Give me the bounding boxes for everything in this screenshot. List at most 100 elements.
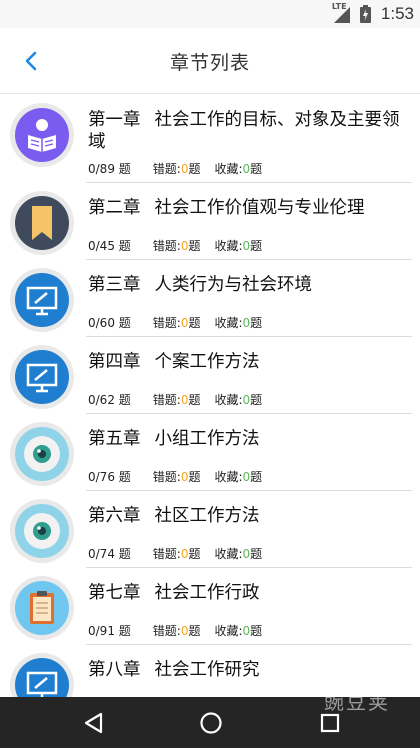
chapter-stats: 0/74 题错题:0题 收藏:0题 [88, 545, 262, 562]
fav-unit: 题 [250, 470, 263, 484]
chapter-number: 第五章 [88, 429, 141, 449]
chapter-item-5[interactable]: 第五章 小组工作方法 0/76 题错题:0题 收藏:0题 [0, 414, 420, 491]
chapter-item-6[interactable]: 第六章 社区工作方法 0/74 题错题:0题 收藏:0题 [0, 491, 420, 568]
fav-unit: 题 [250, 624, 263, 638]
nav-home-button[interactable] [197, 709, 225, 737]
chapter-item-2[interactable]: 第二章 社会工作价值观与专业伦理 0/45 题错题:0题 收藏:0题 [0, 183, 420, 260]
chapter-icon-frame [10, 422, 74, 486]
chapter-title: 第四章 个案工作方法 [88, 351, 410, 373]
chapter-icon-frame [10, 268, 74, 332]
fav-count: 0 [242, 239, 251, 253]
fav-unit: 题 [250, 239, 263, 253]
chapter-item-3[interactable]: 第三章 人类行为与社会环境 0/60 题错题:0题 收藏:0题 [0, 260, 420, 337]
nav-back-button[interactable] [80, 709, 108, 737]
monitor-icon [15, 658, 69, 697]
battery-icon [359, 5, 371, 23]
chapter-stats: 0/62 题错题:0题 收藏:0题 [88, 391, 262, 408]
chapter-number: 第一章 [88, 110, 141, 130]
chapter-name: 社区工作方法 [154, 506, 260, 526]
chapter-title: 第五章 小组工作方法 [88, 428, 410, 450]
wrong-label: 错题: [152, 393, 181, 407]
chapter-name: 社会工作价值观与专业伦理 [154, 198, 365, 218]
chapter-number: 第八章 [88, 660, 141, 680]
monitor-icon [15, 350, 69, 404]
progress-count: 0/74 题 [88, 547, 131, 561]
chapter-item-7[interactable]: 第七章 社会工作行政 0/91 题错题:0题 收藏:0题 [0, 568, 420, 645]
wrong-label: 错题: [152, 624, 181, 638]
chapter-number: 第四章 [88, 352, 141, 372]
wrong-label: 错题: [152, 316, 181, 330]
app-header: 章节列表 [0, 28, 420, 94]
chapter-stats: 0/60 题错题:0题 收藏:0题 [88, 314, 262, 331]
chapter-number: 第三章 [88, 275, 141, 295]
fav-label: 收藏: [214, 162, 243, 176]
clock: 1:53 [380, 4, 414, 23]
status-icons: LTE 1:53 [332, 2, 414, 24]
progress-count: 0/91 题 [88, 624, 131, 638]
chapter-number: 第七章 [88, 583, 141, 603]
fav-label: 收藏: [214, 239, 243, 253]
chapter-item-4[interactable]: 第四章 个案工作方法 0/62 题错题:0题 收藏:0题 [0, 337, 420, 414]
chapter-title: 第一章 社会工作的目标、对象及主要领域 [88, 109, 410, 153]
fav-count: 0 [242, 470, 251, 484]
progress-count: 0/89 题 [88, 162, 131, 176]
progress-count: 0/62 题 [88, 393, 131, 407]
chapter-icon-frame [10, 576, 74, 640]
wrong-unit: 题 [188, 316, 201, 330]
wrong-unit: 题 [188, 624, 201, 638]
clipboard-icon [15, 581, 69, 635]
chapter-number: 第六章 [88, 506, 141, 526]
chapter-name: 社会工作研究 [154, 660, 260, 680]
status-bar: LTE 1:53 [0, 0, 420, 28]
chapter-name: 个案工作方法 [154, 352, 260, 372]
watermark: 豌豆荚 [324, 690, 390, 714]
chapter-title: 第八章 社会工作研究 [88, 659, 410, 681]
eye-icon [15, 504, 69, 558]
triangle-back-icon [84, 712, 103, 734]
chapter-icon-frame [10, 103, 74, 167]
chapter-number: 第二章 [88, 198, 141, 218]
chapter-stats: 0/76 题错题:0题 收藏:0题 [88, 468, 262, 485]
wrong-unit: 题 [188, 470, 201, 484]
fav-count: 0 [242, 393, 251, 407]
chapter-title: 第二章 社会工作价值观与专业伦理 [88, 197, 410, 219]
wrong-label: 错题: [152, 162, 181, 176]
fav-count: 0 [242, 547, 251, 561]
square-recents-icon [320, 713, 340, 733]
wrong-unit: 题 [188, 239, 201, 253]
progress-count: 0/45 题 [88, 239, 131, 253]
wrong-label: 错题: [152, 470, 181, 484]
chapter-title: 第三章 人类行为与社会环境 [88, 274, 410, 296]
fav-label: 收藏: [214, 547, 243, 561]
fav-unit: 题 [250, 547, 263, 561]
chapter-item-1[interactable]: 第一章 社会工作的目标、对象及主要领域 0/89 题错题:0题 收藏:0题 [0, 95, 420, 183]
fav-count: 0 [242, 624, 251, 638]
fav-label: 收藏: [214, 316, 243, 330]
progress-count: 0/60 题 [88, 316, 131, 330]
wrong-unit: 题 [188, 162, 201, 176]
chapter-stats: 0/91 题错题:0题 收藏:0题 [88, 622, 262, 639]
chapter-stats: 0/45 题错题:0题 收藏:0题 [88, 237, 262, 254]
chapter-name: 社会工作行政 [154, 583, 260, 603]
chapter-name: 人类行为与社会环境 [154, 275, 313, 295]
chapter-title: 第六章 社区工作方法 [88, 505, 410, 527]
chapter-icon-frame [10, 653, 74, 697]
wrong-label: 错题: [152, 239, 181, 253]
chapter-icon-frame [10, 345, 74, 409]
chapter-stats: 0/89 题错题:0题 收藏:0题 [88, 160, 262, 177]
fav-unit: 题 [250, 316, 263, 330]
chapter-list: 第一章 社会工作的目标、对象及主要领域 0/89 题错题:0题 收藏:0题 第二章社… [0, 95, 420, 697]
fav-unit: 题 [250, 162, 263, 176]
circle-home-icon [200, 712, 222, 734]
wrong-label: 错题: [152, 547, 181, 561]
bookmark-icon [15, 196, 69, 250]
signal-icon: LTE [332, 2, 350, 23]
fav-label: 收藏: [214, 470, 243, 484]
chapter-title: 第七章 社会工作行政 [88, 582, 410, 604]
fav-count: 0 [242, 316, 251, 330]
progress-count: 0/76 题 [88, 470, 131, 484]
fav-unit: 题 [250, 393, 263, 407]
chapter-icon-frame [10, 191, 74, 255]
reader-icon [15, 108, 69, 162]
fav-label: 收藏: [214, 624, 243, 638]
